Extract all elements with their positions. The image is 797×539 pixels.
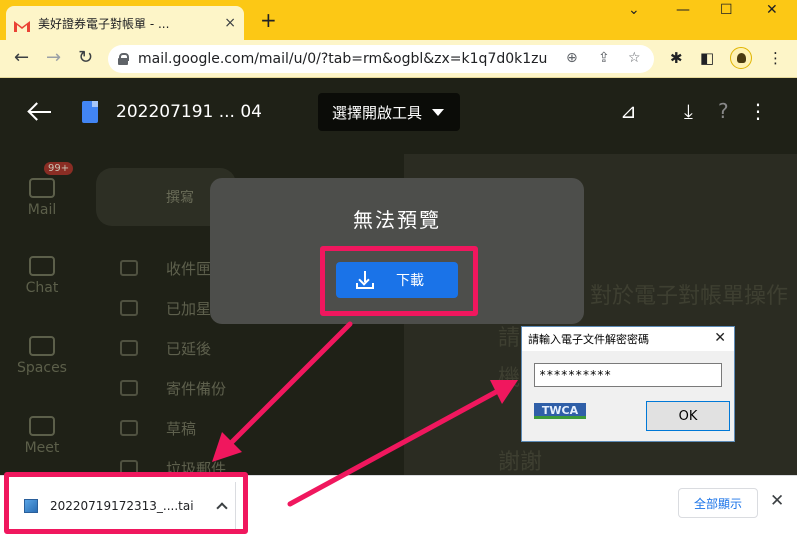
nav-drafts: 草稿 <box>166 420 197 438</box>
sidebar-item-chat: Chat <box>10 256 74 296</box>
lock-icon <box>118 53 129 65</box>
nav-snoozed: 已延後 <box>166 340 212 358</box>
dialog-title-bar: 請輸入電子文件解密密碼 ✕ <box>522 327 734 351</box>
forward-button[interactable]: → <box>46 47 61 68</box>
more-vert-icon[interactable]: ⋮ <box>748 99 768 123</box>
share-icon[interactable]: ⇪ <box>598 50 610 66</box>
window-close-button[interactable]: ✕ <box>766 2 778 18</box>
compose-label: 撰寫 <box>166 190 194 206</box>
inbox-icon <box>120 260 138 276</box>
mail-line: 請 <box>498 326 521 351</box>
unread-badge: 99+ <box>44 162 74 175</box>
reload-button[interactable]: ↻ <box>78 47 93 68</box>
twca-logo: TWCA <box>534 403 586 419</box>
viewer-toolbar: 202207191 ... 04 選擇開啟工具 ⊿ ⤓ ? ⋮ <box>0 80 797 144</box>
help-icon[interactable]: ? <box>718 99 729 123</box>
add-to-drive-icon[interactable]: ⊿ <box>620 99 637 123</box>
highlight-box-download <box>320 246 478 316</box>
address-bar[interactable]: mail.google.com/mail/u/0/?tab=rm&ogbl&zx… <box>108 45 654 73</box>
star-icon[interactable]: ☆ <box>628 50 641 66</box>
shelf-close-icon[interactable]: ✕ <box>770 491 784 511</box>
caret-down-icon <box>432 108 445 116</box>
viewer-filename: 202207191 ... 04 <box>116 102 262 122</box>
document-icon <box>82 101 98 123</box>
browser-tab[interactable]: 美好證券電子對帳單 - ... × <box>6 6 244 40</box>
maximize-button[interactable]: ☐ <box>720 2 733 18</box>
new-tab-button[interactable]: + <box>260 8 277 32</box>
sent-icon <box>120 380 138 396</box>
open-with-dropdown[interactable]: 選擇開啟工具 <box>318 93 460 131</box>
no-preview-title: 無法預覽 <box>353 208 441 232</box>
mail-icon <box>29 178 55 198</box>
dialog-close-icon[interactable]: ✕ <box>714 330 726 346</box>
tab-title: 美好證券電子對帳單 - ... <box>38 16 170 31</box>
gmail-favicon <box>14 17 30 32</box>
drafts-icon <box>120 420 138 436</box>
sidepanel-icon[interactable]: ◧ <box>700 49 714 67</box>
mail-line: 機 <box>498 366 521 391</box>
spaces-icon <box>29 336 55 356</box>
mail-line: 對於電子對帳單操作 <box>590 284 789 309</box>
tab-search-icon[interactable]: ⌄ <box>628 2 640 18</box>
nav-sent: 寄件備份 <box>166 380 227 398</box>
url-text: mail.google.com/mail/u/0/?tab=rm&ogbl&zx… <box>138 51 548 67</box>
open-with-label: 選擇開啟工具 <box>332 103 423 122</box>
zoom-icon[interactable]: ⊕ <box>566 50 578 66</box>
starred-icon <box>120 300 138 316</box>
sidebar-item-mail: Mail <box>10 178 74 218</box>
back-button[interactable]: ← <box>14 47 29 68</box>
browser-toolbar: ← → ↻ mail.google.com/mail/u/0/?tab=rm&o… <box>0 40 797 78</box>
extensions-icon[interactable]: ✱ <box>670 49 683 67</box>
snoozed-icon <box>120 340 138 356</box>
minimize-button[interactable]: — <box>676 2 690 18</box>
tab-close-icon[interactable]: × <box>224 15 236 31</box>
highlight-box-download-item <box>4 472 248 534</box>
back-arrow-icon[interactable] <box>26 100 54 124</box>
menu-icon[interactable]: ⋮ <box>768 49 783 67</box>
sidebar-label: Spaces <box>17 360 67 376</box>
sidebar-item-spaces: Spaces <box>10 336 74 376</box>
password-input[interactable]: ********** <box>534 363 722 387</box>
profile-avatar[interactable] <box>730 47 752 69</box>
sidebar-label: Chat <box>25 280 59 296</box>
dialog-title: 請輸入電子文件解密密碼 <box>528 333 649 346</box>
sidebar-label: Meet <box>24 440 60 456</box>
nav-inbox: 收件匣 <box>166 260 212 278</box>
chat-icon <box>29 256 55 276</box>
sidebar-item-meet: Meet <box>10 416 74 456</box>
meet-icon <box>29 416 55 436</box>
password-dialog: 請輸入電子文件解密密碼 ✕ ********** TWCA OK <box>521 326 735 442</box>
download-icon[interactable]: ⤓ <box>684 99 693 123</box>
mail-line: 謝謝 <box>498 450 543 475</box>
sidebar-label: Mail <box>27 202 57 218</box>
ok-button[interactable]: OK <box>646 401 730 431</box>
tab-strip: 美好證券電子對帳單 - ... × + ⌄ — ☐ ✕ <box>0 0 797 40</box>
show-all-button[interactable]: 全部顯示 <box>678 488 758 518</box>
